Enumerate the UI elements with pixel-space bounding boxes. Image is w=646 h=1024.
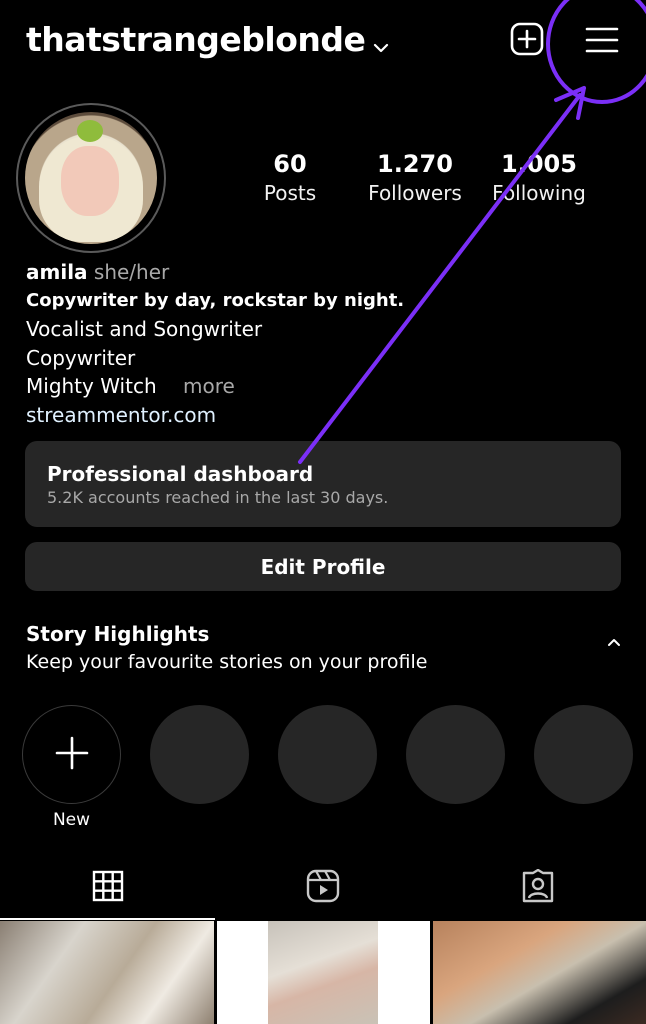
posts-stat[interactable]: 60 Posts bbox=[225, 148, 355, 206]
chevron-down-icon bbox=[373, 22, 389, 61]
following-count: 1.005 bbox=[501, 150, 577, 178]
posts-label: Posts bbox=[263, 181, 317, 205]
tagged-icon bbox=[521, 868, 555, 907]
edit-profile-button[interactable]: Edit Profile bbox=[25, 542, 621, 591]
highlights-subtitle: Keep your favourite stories on your prof… bbox=[26, 651, 428, 673]
post-thumbnail[interactable] bbox=[217, 921, 430, 1024]
followers-stat[interactable]: 1.270 Followers bbox=[350, 148, 480, 206]
bio-line: Vocalist and Songwriter bbox=[26, 317, 263, 341]
tab-tagged[interactable] bbox=[518, 868, 558, 908]
post-thumbnail[interactable] bbox=[0, 921, 214, 1024]
add-post-icon[interactable] bbox=[510, 22, 544, 56]
dashboard-title: Professional dashboard bbox=[47, 462, 314, 486]
bio-line: Copywriter bbox=[26, 345, 136, 370]
highlight-placeholder bbox=[534, 705, 633, 804]
pronouns: she/her bbox=[93, 260, 170, 284]
active-tab-indicator bbox=[0, 918, 215, 920]
new-highlight-label: New bbox=[52, 810, 91, 830]
menu-icon[interactable] bbox=[585, 24, 619, 56]
new-highlight-button[interactable] bbox=[22, 705, 121, 804]
tab-posts-grid[interactable] bbox=[88, 868, 128, 908]
more-link[interactable]: more bbox=[183, 374, 235, 398]
plus-icon bbox=[55, 736, 89, 774]
username: thatstrangeblonde bbox=[26, 20, 366, 59]
bio-line: Mighty Witch bbox=[26, 374, 157, 398]
website-link[interactable]: streammentor.com bbox=[26, 401, 606, 430]
bio: amila she/her Copywriter by day, rocksta… bbox=[26, 258, 606, 429]
reels-icon bbox=[306, 869, 340, 907]
posts-count: 60 bbox=[273, 150, 307, 178]
highlight-placeholder bbox=[150, 705, 249, 804]
highlight-placeholder bbox=[406, 705, 505, 804]
dashboard-subtitle: 5.2K accounts reached in the last 30 day… bbox=[47, 488, 389, 507]
profile-picture[interactable] bbox=[16, 103, 166, 253]
username-switcher[interactable]: thatstrangeblonde bbox=[26, 18, 389, 61]
post-thumbnail[interactable] bbox=[433, 921, 646, 1024]
grid-icon bbox=[92, 870, 124, 906]
chevron-up-icon[interactable] bbox=[606, 633, 622, 646]
followers-count: 1.270 bbox=[377, 150, 453, 178]
bio-line: Copywriter by day, rockstar by night. bbox=[26, 289, 405, 311]
followers-label: Followers bbox=[368, 181, 462, 205]
highlights-title: Story Highlights bbox=[26, 622, 210, 646]
following-label: Following bbox=[492, 181, 586, 205]
profile-screen: thatstrangeblonde 60 Posts 1.270 Followe… bbox=[0, 0, 646, 1024]
avatar bbox=[25, 112, 157, 244]
professional-dashboard-card[interactable]: Professional dashboard 5.2K accounts rea… bbox=[25, 441, 621, 527]
highlight-placeholder bbox=[278, 705, 377, 804]
following-stat[interactable]: 1.005 Following bbox=[474, 148, 604, 206]
display-name: amila bbox=[26, 260, 88, 284]
tab-reels[interactable] bbox=[303, 868, 343, 908]
